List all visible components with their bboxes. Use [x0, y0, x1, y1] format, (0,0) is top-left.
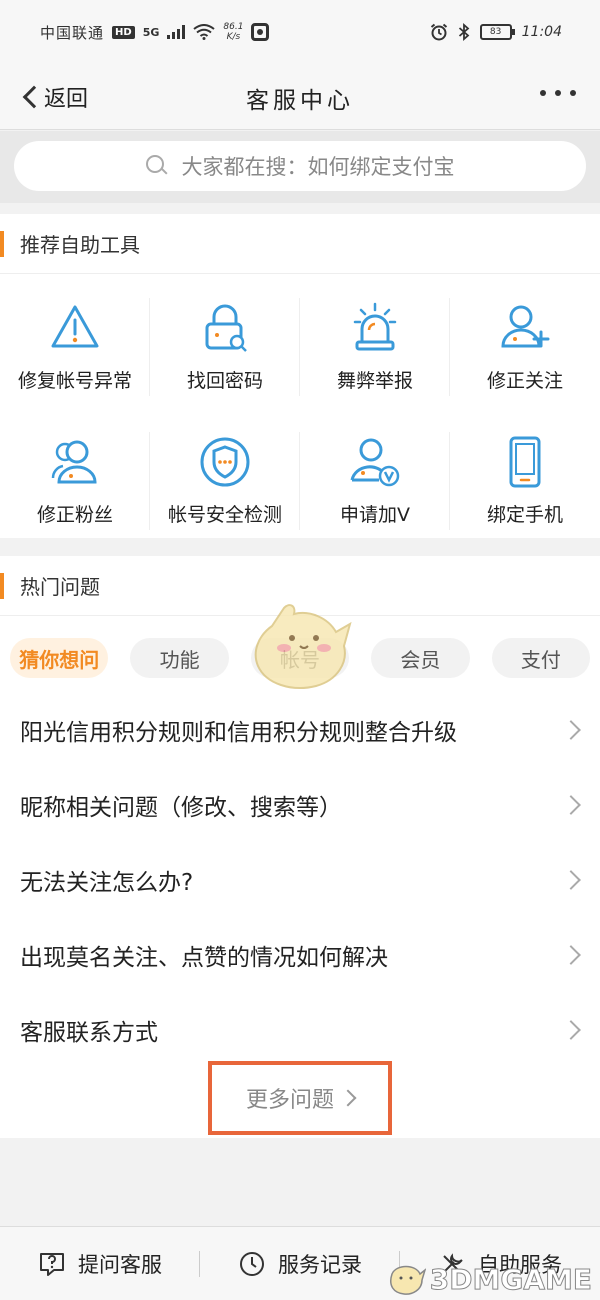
ask-service-button[interactable]: 提问客服 [0, 1249, 200, 1279]
self-service-button[interactable]: 自助服务 [400, 1249, 600, 1279]
tool-fix-account[interactable]: 修复帐号异常 [0, 280, 150, 414]
network-type: 5G [142, 25, 160, 39]
dot-icon [570, 90, 576, 96]
hd-badge: HD [112, 25, 135, 39]
status-right: 83 11:04 [430, 23, 562, 41]
search-icon [145, 155, 168, 177]
tool-label: 修复帐号异常 [17, 369, 132, 392]
service-record-button[interactable]: 服务记录 [200, 1249, 400, 1279]
battery-icon: 83 [479, 24, 515, 40]
tab-payment[interactable]: 支付 [491, 638, 591, 678]
clock-icon [240, 1251, 264, 1276]
tab-features[interactable]: 功能 [130, 638, 229, 678]
more-options-button[interactable] [540, 90, 576, 96]
tool-fix-following[interactable]: 修正关注 [450, 280, 600, 414]
question-text: 无法关注怎么办? [20, 869, 194, 896]
wifi-icon [193, 24, 215, 40]
tool-label: 申请加V [340, 503, 410, 526]
category-tabs: 猜你想问 功能 帐号 会员 支付 [0, 616, 600, 692]
more-questions-label: 更多问题 [245, 1088, 334, 1113]
lock-search-icon [205, 304, 247, 352]
users-icon [51, 440, 97, 483]
signal-icon [167, 25, 186, 39]
hot-questions-panel: 热门问题 猜你想问 功能 帐号 会员 支付 阳光信用积分规则和信用积分规则整合升… [0, 556, 600, 1138]
question-item[interactable]: 昵称相关问题（修改、搜索等） [0, 767, 600, 842]
tab-guess[interactable]: 猜你想问 [10, 638, 109, 678]
bottom-bar: 提问客服 服务记录 自助服务 [0, 1226, 600, 1300]
tool-label: 绑定手机 [486, 503, 563, 526]
bottom-item-label: 自助服务 [478, 1252, 562, 1277]
user-add-icon [501, 305, 550, 347]
self-service-tools-panel: 推荐自助工具 修复帐号异常 找回密码 舞弊举报 修正关注 修正粉丝 帐号安全检测 [0, 214, 600, 538]
alarm-icon [353, 302, 397, 350]
tool-fix-fans[interactable]: 修正粉丝 [0, 414, 150, 548]
speed-value: 86.1 [223, 22, 244, 32]
tool-label: 修正关注 [486, 369, 563, 392]
search-placeholder: 大家都在搜：如何绑定支付宝 [181, 155, 455, 179]
question-text: 昵称相关问题（修改、搜索等） [20, 794, 342, 821]
bottom-item-label: 服务记录 [278, 1252, 362, 1277]
tool-bind-phone[interactable]: 绑定手机 [450, 414, 600, 548]
question-item[interactable]: 客服联系方式 [0, 992, 600, 1067]
tool-apply-verified[interactable]: 申请加V [300, 414, 450, 548]
tools-grid: 修复帐号异常 找回密码 舞弊举报 修正关注 修正粉丝 帐号安全检测 申请加V 绑… [0, 274, 600, 548]
tab-account[interactable]: 帐号 [250, 638, 350, 678]
dot-icon [555, 90, 561, 96]
app-notification-icon [251, 23, 270, 41]
dot-icon [540, 90, 546, 96]
tool-label: 帐号安全检测 [167, 503, 282, 526]
speed-unit: K/s [226, 32, 241, 42]
tool-label: 舞弊举报 [336, 369, 413, 392]
status-bar: 中国联通 HD 5G 86.1 K/s 83 11:04 [0, 0, 600, 64]
more-questions-button[interactable]: 更多问题 [208, 1061, 392, 1135]
alarm-clock-icon [430, 23, 447, 41]
question-icon [40, 1252, 64, 1276]
question-text: 出现莫名关注、点赞的情况如何解决 [20, 944, 388, 971]
question-item[interactable]: 出现莫名关注、点赞的情况如何解决 [0, 917, 600, 992]
tool-report-fraud[interactable]: 舞弊举报 [300, 280, 450, 414]
tab-membership[interactable]: 会员 [371, 638, 470, 678]
tool-security-check[interactable]: 帐号安全检测 [150, 414, 300, 548]
warning-icon [51, 305, 99, 347]
tool-label: 找回密码 [186, 369, 263, 392]
bluetooth-icon [458, 23, 470, 41]
tools-icon [443, 1252, 463, 1273]
tool-recover-password[interactable]: 找回密码 [150, 280, 300, 414]
user-verified-icon [350, 438, 400, 486]
section-title-hot: 热门问题 [0, 556, 600, 616]
shield-icon [200, 437, 250, 486]
chevron-right-icon [561, 944, 581, 965]
network-speed: 86.1 K/s [223, 22, 243, 42]
bottom-item-label: 提问客服 [78, 1252, 162, 1277]
question-text: 客服联系方式 [20, 1019, 158, 1046]
question-item[interactable]: 阳光信用积分规则和信用积分规则整合升级 [0, 692, 600, 767]
chevron-right-icon [561, 1019, 581, 1040]
nav-bar: 返回 客服中心 [0, 64, 600, 130]
status-left: 中国联通 HD 5G 86.1 K/s [40, 22, 270, 43]
question-item[interactable]: 无法关注怎么办? [0, 842, 600, 917]
phone-icon [509, 436, 541, 487]
chevron-right-icon [339, 1089, 357, 1107]
chevron-right-icon [561, 869, 581, 890]
carrier-name: 中国联通 [40, 23, 105, 42]
question-text: 阳光信用积分规则和信用积分规则整合升级 [20, 719, 457, 746]
page-title: 客服中心 [246, 88, 354, 114]
chevron-right-icon [561, 719, 581, 740]
section-title-tools: 推荐自助工具 [0, 214, 600, 274]
search-input[interactable]: 大家都在搜：如何绑定支付宝 [14, 141, 586, 191]
search-area: 大家都在搜：如何绑定支付宝 [0, 131, 600, 203]
clock-time: 11:04 [521, 24, 562, 40]
tool-label: 修正粉丝 [36, 503, 113, 526]
chevron-right-icon [561, 794, 581, 815]
